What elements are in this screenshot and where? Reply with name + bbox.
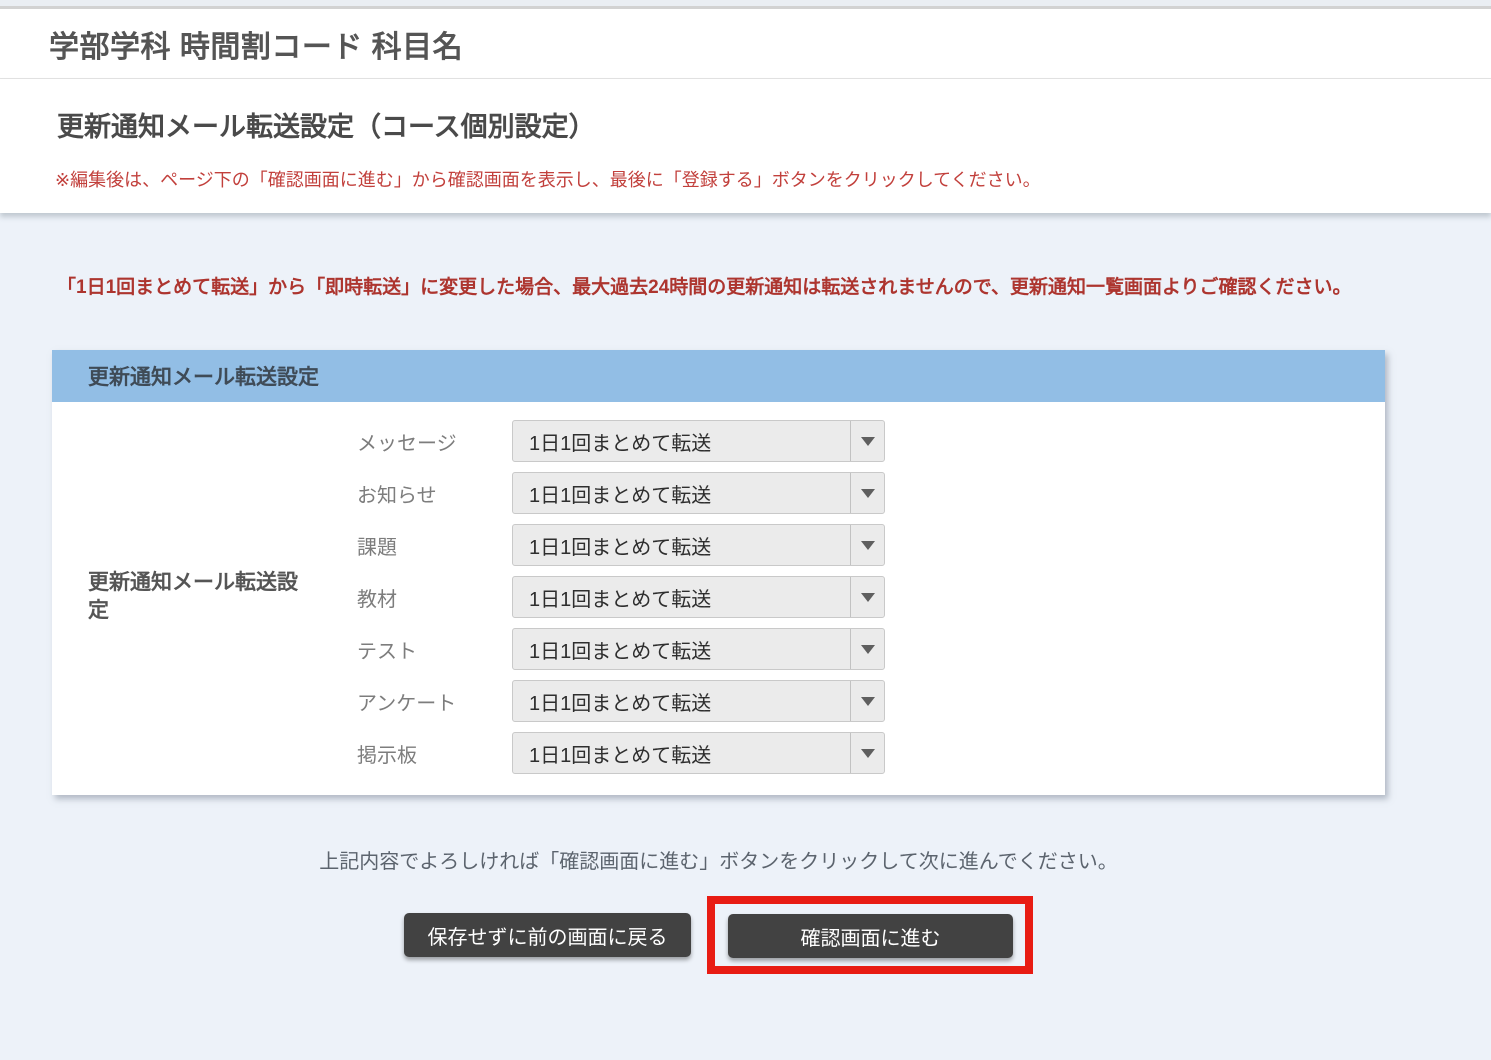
category-label: アンケート [357, 687, 512, 716]
category-label: 課題 [357, 531, 512, 560]
select-value: 1日1回まとめて転送 [513, 739, 850, 768]
setting-row: 掲示板 1日1回まとめて転送 [357, 727, 885, 779]
chevron-down-icon [850, 473, 884, 513]
page-title: 学部学科 時間割コード 科目名 [49, 22, 463, 66]
forwarding-settings-panel: 更新通知メール転送設定 更新通知メール転送設定 メッセージ 1日1回まとめて転送… [52, 350, 1385, 795]
setting-row: 課題 1日1回まとめて転送 [357, 519, 885, 571]
course-header: 学部学科 時間割コード 科目名 [0, 9, 1491, 79]
panel-body: 更新通知メール転送設定 メッセージ 1日1回まとめて転送 お知らせ 1日1回まと… [52, 402, 1385, 795]
red-highlight-annotation: 確認画面に進む [707, 896, 1033, 974]
group-label: 更新通知メール転送設定 [52, 569, 302, 626]
setting-row: テスト 1日1回まとめて転送 [357, 623, 885, 675]
setting-row: 教材 1日1回まとめて転送 [357, 571, 885, 623]
category-label: 掲示板 [357, 739, 512, 768]
settings-page-title: 更新通知メール転送設定（コース個別設定） [57, 105, 1491, 144]
confirm-instruction: 上記内容でよろしければ「確認画面に進む」ボタンをクリックして次に進んでください。 [52, 845, 1385, 874]
settings-rows: メッセージ 1日1回まとめて転送 お知らせ 1日1回まとめて転送 課題 1日1回… [357, 415, 885, 779]
chevron-down-icon [850, 629, 884, 669]
forwarding-select[interactable]: 1日1回まとめて転送 [512, 732, 885, 774]
select-value: 1日1回まとめて転送 [513, 479, 850, 508]
forwarding-select[interactable]: 1日1回まとめて転送 [512, 628, 885, 670]
select-value: 1日1回まとめて転送 [513, 687, 850, 716]
category-label: テスト [357, 635, 512, 664]
group-label-cell: 更新通知メール転送設定 [52, 415, 357, 779]
chevron-down-icon [850, 577, 884, 617]
chevron-down-icon [850, 421, 884, 461]
forwarding-select[interactable]: 1日1回まとめて転送 [512, 524, 885, 566]
main-content: 「1日1回まとめて転送」から「即時転送」に変更した場合、最大過去24時間の更新通… [0, 213, 1491, 974]
forwarding-select[interactable]: 1日1回まとめて転送 [512, 472, 885, 514]
footer: 上記内容でよろしければ「確認画面に進む」ボタンをクリックして次に進んでください。… [52, 845, 1385, 974]
chevron-down-icon [850, 733, 884, 773]
category-label: 教材 [357, 583, 512, 612]
select-value: 1日1回まとめて転送 [513, 427, 850, 456]
forwarding-select[interactable]: 1日1回まとめて転送 [512, 680, 885, 722]
forwarding-select[interactable]: 1日1回まとめて転送 [512, 420, 885, 462]
setting-row: メッセージ 1日1回まとめて転送 [357, 415, 885, 467]
select-value: 1日1回まとめて転送 [513, 635, 850, 664]
category-label: メッセージ [357, 427, 512, 456]
category-label: お知らせ [357, 479, 512, 508]
panel-header: 更新通知メール転送設定 [52, 350, 1385, 402]
go-to-confirm-button[interactable]: 確認画面に進む [728, 914, 1013, 958]
top-strip [0, 0, 1491, 9]
back-without-save-button[interactable]: 保存せずに前の画面に戻る [404, 913, 691, 957]
button-row: 保存せずに前の画面に戻る 確認画面に進む [52, 896, 1385, 974]
select-value: 1日1回まとめて転送 [513, 583, 850, 612]
panel-header-title: 更新通知メール転送設定 [52, 361, 319, 391]
chevron-down-icon [850, 525, 884, 565]
edit-note: ※編集後は、ページ下の「確認画面に進む」から確認画面を表示し、最後に「登録する」… [55, 166, 1491, 192]
chevron-down-icon [850, 681, 884, 721]
setting-row: アンケート 1日1回まとめて転送 [357, 675, 885, 727]
forwarding-warning: 「1日1回まとめて転送」から「即時転送」に変更した場合、最大過去24時間の更新通… [57, 273, 1387, 302]
select-value: 1日1回まとめて転送 [513, 531, 850, 560]
setting-row: お知らせ 1日1回まとめて転送 [357, 467, 885, 519]
forwarding-select[interactable]: 1日1回まとめて転送 [512, 576, 885, 618]
page-subheader: 更新通知メール転送設定（コース個別設定） ※編集後は、ページ下の「確認画面に進む… [0, 79, 1491, 213]
